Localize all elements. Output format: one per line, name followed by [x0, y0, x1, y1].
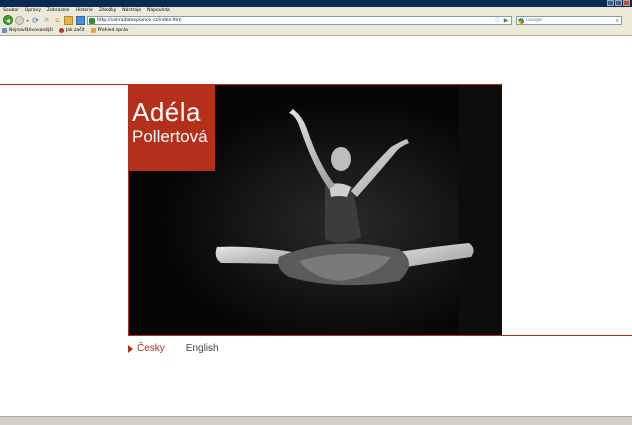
search-input[interactable]: [526, 18, 606, 23]
name-last: Pollertová: [132, 127, 208, 146]
menu-help[interactable]: Nápověda: [144, 7, 173, 15]
forward-button[interactable]: [15, 16, 24, 25]
close-icon[interactable]: [623, 0, 630, 6]
menu-history[interactable]: Historie: [73, 7, 96, 15]
search-icon[interactable]: ⌕: [616, 17, 619, 25]
name-title-block: Adéla Pollertová: [128, 84, 215, 171]
accent-line-left: [0, 84, 128, 85]
menu-file[interactable]: Soubor: [0, 7, 22, 15]
accent-line-right: [502, 335, 632, 336]
site-favicon-icon: [89, 17, 95, 24]
triangle-right-icon: [128, 344, 133, 353]
bookmark-label: Nejnavštěvovanější: [9, 28, 53, 33]
bookmarks-toolbar: Nejnavštěvovanější Jak začít Přehled zpr…: [0, 26, 632, 36]
menu-tools[interactable]: Nástroje: [119, 7, 144, 15]
name-first: Adéla: [132, 97, 201, 127]
rss-feed-icon: [90, 28, 96, 33]
menu-edit[interactable]: Úpravy: [22, 7, 44, 15]
language-czech-link[interactable]: Česky: [137, 343, 165, 354]
bookmark-label: Přehled zpráv: [97, 28, 129, 33]
go-arrow-icon[interactable]: ▶: [502, 16, 510, 25]
bookmark-most-visited[interactable]: Nejnavštěvovanější: [0, 28, 57, 33]
window-controls: [607, 0, 630, 7]
search-bar[interactable]: ⌕: [516, 16, 622, 25]
address-url[interactable]: http://sahradatexpiance.cz/index.htm: [97, 18, 182, 23]
google-icon[interactable]: [518, 17, 524, 24]
bookmark-folder-icon[interactable]: [64, 16, 73, 25]
bookmark-page-icon: [2, 28, 7, 33]
back-button[interactable]: [3, 15, 13, 25]
maximize-icon[interactable]: [615, 0, 622, 6]
reload-icon[interactable]: ⟳: [31, 16, 40, 25]
page-tools-icon[interactable]: [76, 16, 85, 25]
bookmark-label: Jak začít: [65, 28, 85, 33]
bookmark-star-icon[interactable]: ☆: [493, 16, 501, 25]
home-icon[interactable]: ⌂: [53, 16, 62, 25]
menu-view[interactable]: Zobrazení: [44, 7, 73, 15]
language-selector: Česky English: [128, 343, 219, 354]
minimize-icon[interactable]: [607, 0, 614, 6]
stop-icon[interactable]: ✕: [42, 16, 51, 25]
address-bar[interactable]: http://sahradatexpiance.cz/index.htm: [87, 16, 512, 25]
menu-bookmarks[interactable]: Záložky: [96, 7, 119, 15]
firefox-icon: [58, 28, 64, 33]
history-dropdown-icon[interactable]: ▾: [25, 16, 30, 25]
language-english-link[interactable]: English: [186, 343, 219, 354]
page-content: Adéla Pollertová Česky English: [0, 36, 632, 416]
window-titlebar: [0, 0, 632, 7]
bookmark-news[interactable]: Přehled zpráv: [89, 28, 133, 33]
bookmark-getting-started[interactable]: Jak začít: [57, 28, 89, 33]
